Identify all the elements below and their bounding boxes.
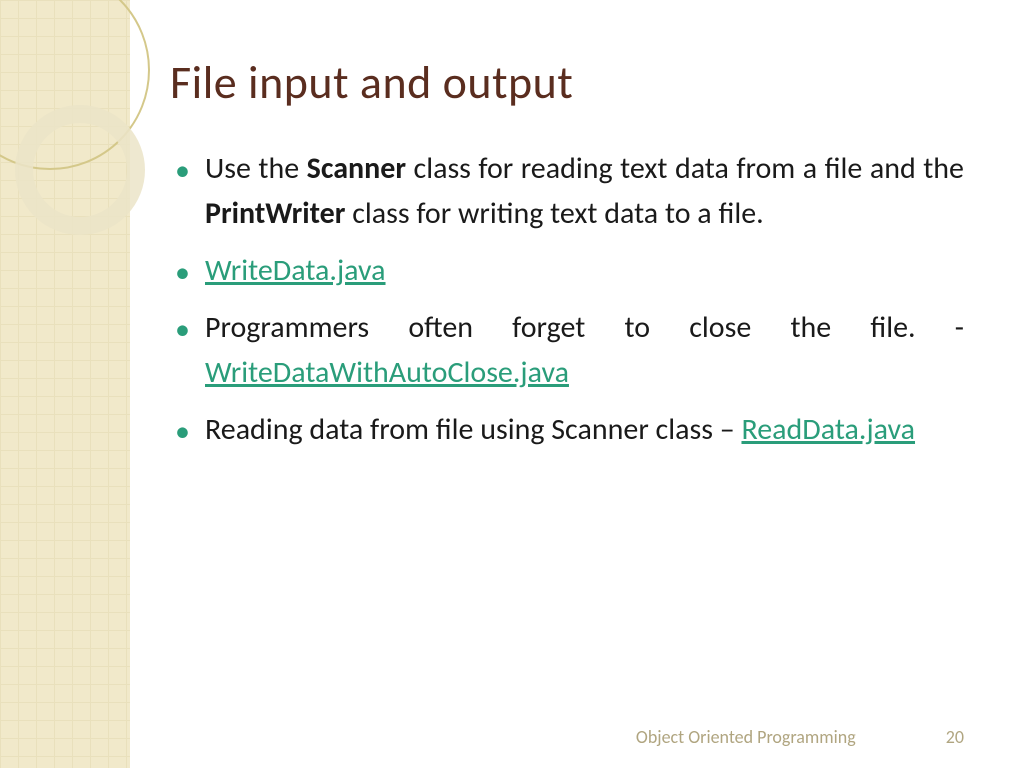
bullet-item-autoclose: Programmers often forget to close the fi… — [205, 305, 964, 395]
text-segment: Reading data from file using Scanner cla… — [205, 411, 741, 448]
text-segment: Programmers often forget to close the fi… — [205, 309, 964, 346]
decorative-circle-small — [15, 105, 145, 235]
text-segment: class for writing text data to a file. — [345, 195, 763, 232]
text-segment: Use the — [205, 150, 307, 187]
slide-footer: Object Oriented Programming 20 — [0, 726, 1024, 748]
bullet-item-readdata: Reading data from file using Scanner cla… — [205, 407, 964, 452]
bold-printwriter: PrintWriter — [205, 195, 345, 232]
bullet-item-scanner-printwriter: Use the Scanner class for reading text d… — [205, 146, 964, 236]
bullet-item-writedata: WriteData.java — [205, 248, 964, 293]
text-segment: class for reading text data from a file … — [406, 150, 964, 187]
link-writedata-autoclose[interactable]: WriteDataWithAutoClose.java — [205, 354, 569, 391]
bullet-list: Use the Scanner class for reading text d… — [170, 146, 964, 452]
bold-scanner: Scanner — [307, 150, 406, 187]
link-writedata[interactable]: WriteData.java — [205, 252, 386, 289]
slide-title: File input and output — [170, 55, 964, 111]
link-readdata[interactable]: ReadData.java — [741, 411, 915, 448]
footer-course-name: Object Oriented Programming — [636, 726, 856, 748]
page-number: 20 — [946, 726, 964, 748]
slide-content: File input and output Use the Scanner cl… — [170, 55, 964, 464]
